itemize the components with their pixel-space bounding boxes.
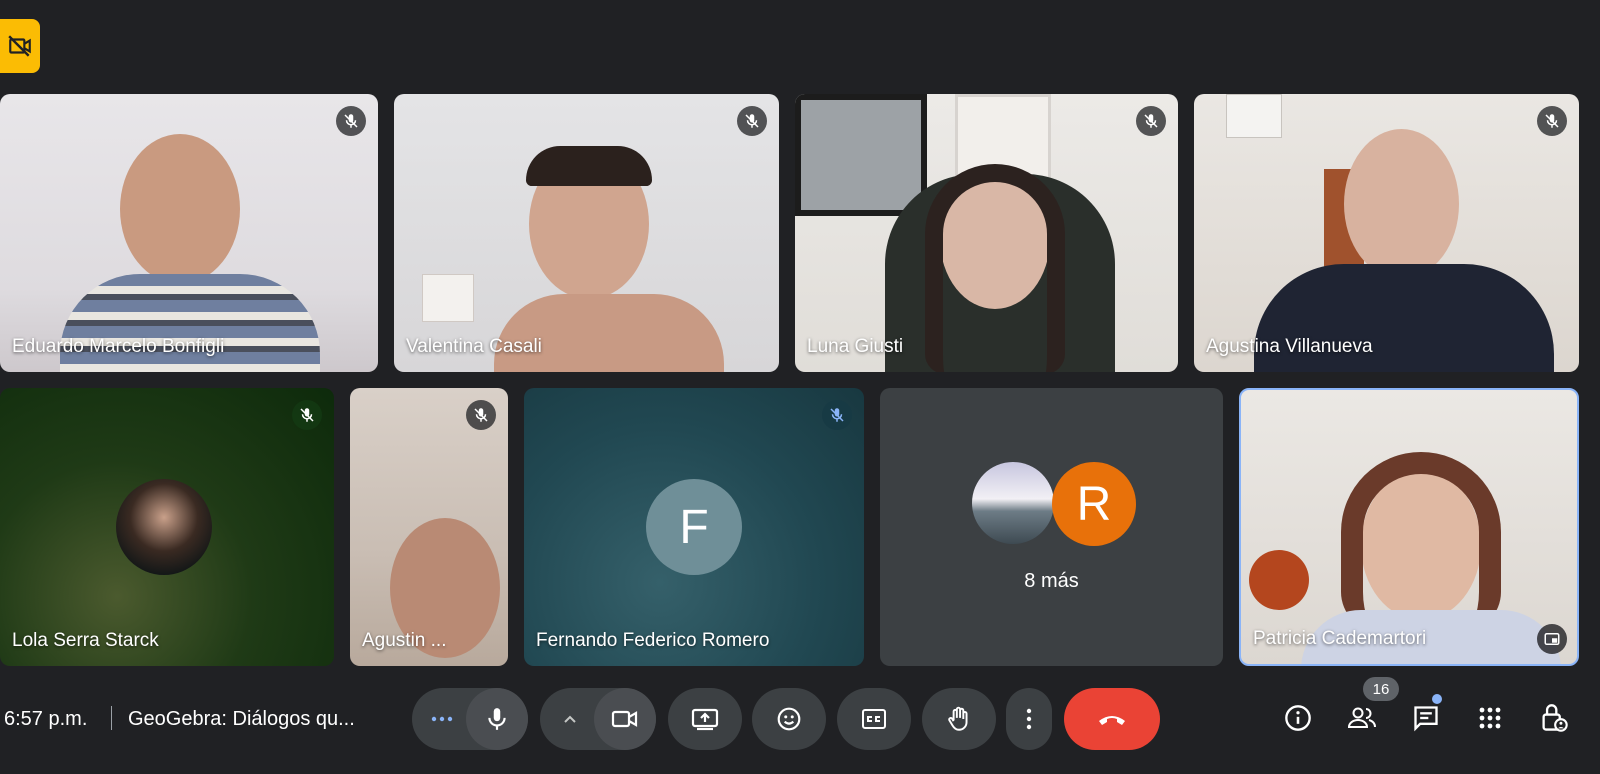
- mic-off-icon: [1144, 114, 1158, 128]
- participant-hair: [925, 164, 1065, 372]
- flowers: [1249, 550, 1309, 610]
- captions-button[interactable]: [837, 688, 911, 750]
- participant-hair: [1341, 452, 1501, 632]
- videocam-icon: [611, 710, 638, 728]
- participant-tile-3[interactable]: Luna Giusti: [795, 94, 1178, 372]
- mic-off-icon: [300, 408, 314, 422]
- participant-video: [1344, 129, 1459, 279]
- mic-off-icon: [344, 114, 358, 128]
- air-conditioner: [1226, 94, 1282, 138]
- microphone-button[interactable]: [466, 688, 528, 750]
- mic-off-icon: [830, 408, 844, 422]
- apps-grid-icon: [1479, 707, 1501, 729]
- avatar: F: [646, 479, 742, 575]
- meeting-details-button[interactable]: [1276, 696, 1320, 740]
- participant-tile-4[interactable]: Agustina Villanueva: [1194, 94, 1579, 372]
- participant-tile-6[interactable]: Agustin ...: [350, 388, 508, 666]
- video-off-icon: [8, 35, 31, 57]
- mic-off-icon: [474, 408, 488, 422]
- camera-button[interactable]: [594, 688, 656, 750]
- muted-mic-indicator: [292, 400, 322, 430]
- participant-name: Lola Serra Starck: [12, 630, 159, 651]
- divider: [111, 706, 112, 730]
- muted-mic-indicator: [336, 106, 366, 136]
- participant-tile-7[interactable]: F Fernando Federico Romero: [524, 388, 864, 666]
- info-icon: [1285, 705, 1311, 731]
- video-options-button[interactable]: [548, 700, 592, 738]
- more-options-button[interactable]: [1006, 688, 1052, 750]
- muted-mic-indicator: [822, 400, 852, 430]
- participant-name: Luna Giusti: [807, 336, 904, 357]
- participant-name: Agustina Villanueva: [1206, 336, 1373, 357]
- more-label: 8 más: [1024, 570, 1079, 592]
- reactions-button[interactable]: [752, 688, 826, 750]
- call-end-icon: [1099, 716, 1125, 725]
- muted-mic-indicator: [1537, 106, 1567, 136]
- avatar: R: [1052, 462, 1136, 546]
- lock-person-icon: [1542, 704, 1568, 732]
- participant-tile-8[interactable]: Patricia Cademartori: [1239, 388, 1579, 666]
- no-video-badge[interactable]: [0, 19, 40, 73]
- people-button[interactable]: [1340, 696, 1384, 740]
- participant-name: Agustin ...: [362, 630, 447, 651]
- emoji-icon: [777, 707, 801, 731]
- mic-off-icon: [745, 114, 759, 128]
- participant-name: Fernando Federico Romero: [536, 630, 770, 651]
- muted-mic-indicator: [466, 400, 496, 430]
- present-to-all-icon: [691, 708, 719, 731]
- present-screen-button[interactable]: [668, 688, 742, 750]
- participant-tile-5[interactable]: Lola Serra Starck: [0, 388, 334, 666]
- participant-body: [494, 294, 724, 372]
- muted-mic-indicator: [1136, 106, 1166, 136]
- more-vertical-icon: [1026, 708, 1032, 730]
- participant-video: [120, 134, 240, 284]
- participant-tile-1[interactable]: Eduardo Marcelo Bonfigli: [0, 94, 378, 372]
- more-horizontal-icon: [431, 716, 453, 722]
- participant-tile-2[interactable]: Valentina Casali: [394, 94, 779, 372]
- chat-icon: [1414, 706, 1438, 732]
- unread-indicator: [1432, 694, 1442, 704]
- host-controls-button[interactable]: [1532, 696, 1576, 740]
- meeting-time: 6:57 p.m.: [4, 708, 88, 730]
- people-icon: [1347, 707, 1376, 728]
- chevron-up-icon: [564, 715, 576, 723]
- more-audio-options-button[interactable]: [420, 700, 464, 738]
- mic-off-icon: [1545, 114, 1559, 128]
- window: [795, 94, 927, 216]
- closed-caption-icon: [862, 709, 886, 729]
- leave-call-button[interactable]: [1064, 688, 1160, 750]
- microphone-icon: [488, 708, 506, 730]
- participant-name: Patricia Cademartori: [1253, 628, 1427, 649]
- meeting-title: GeoGebra: Diálogos qu...: [128, 708, 355, 730]
- avatar: [116, 479, 212, 575]
- chat-button[interactable]: [1404, 696, 1448, 740]
- picture-in-picture-icon: [1544, 633, 1560, 645]
- activities-button[interactable]: [1468, 696, 1512, 740]
- more-participants-tile[interactable]: R 8 más: [880, 388, 1223, 666]
- hand-icon: [948, 706, 968, 731]
- wall-poster: [422, 274, 474, 322]
- participant-name: Eduardo Marcelo Bonfigli: [12, 336, 225, 357]
- participant-hair: [526, 146, 652, 186]
- muted-mic-indicator: [737, 106, 767, 136]
- pip-button[interactable]: [1537, 624, 1567, 654]
- avatar: [972, 462, 1054, 544]
- raise-hand-button[interactable]: [922, 688, 996, 750]
- participant-name: Valentina Casali: [406, 336, 542, 357]
